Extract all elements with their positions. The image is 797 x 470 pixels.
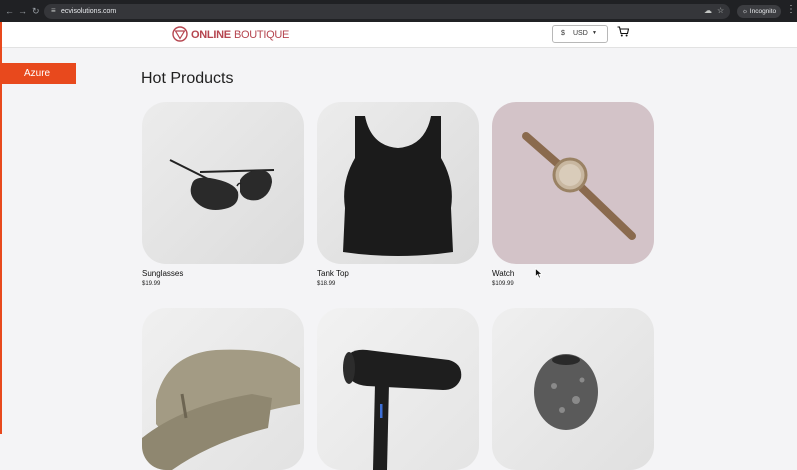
chevron-down-icon: ▼ (592, 30, 597, 36)
page: ONLINE BOUTIQUE $ USD ▼ Azure Hot Produc… (0, 22, 797, 470)
product-name[interactable]: Tank Top (317, 269, 349, 278)
sunglasses-image[interactable] (142, 102, 304, 264)
cart-icon[interactable] (617, 26, 629, 37)
browser-menu-icon[interactable]: ⋮ (786, 4, 796, 15)
incognito-indicator[interactable]: ☼ Incognito (737, 5, 782, 18)
product-name[interactable]: Watch (492, 269, 514, 278)
mouse-pointer-icon (535, 268, 543, 279)
currency-select[interactable]: $ USD ▼ (552, 25, 608, 43)
logo-text-bold: ONLINE (191, 29, 231, 41)
hairdryer-icon (343, 349, 462, 470)
product-price: $19.99 (142, 281, 161, 287)
loafers-image[interactable] (142, 308, 304, 470)
loafers-icon (142, 349, 300, 470)
logo-icon (172, 26, 188, 42)
product-name[interactable]: Sunglasses (142, 269, 183, 278)
platform-badge: Azure (0, 63, 76, 84)
download-icon[interactable]: ☁ (704, 6, 712, 15)
hairdryer-image[interactable] (317, 308, 479, 470)
site-header: ONLINE BOUTIQUE $ USD ▼ (2, 22, 797, 48)
back-icon[interactable]: ← (5, 6, 14, 16)
incognito-label: Incognito (749, 8, 777, 15)
candle-holder-image[interactable] (492, 308, 654, 470)
url-text: ecvisolutions.com (61, 8, 117, 15)
tank-top-image[interactable] (317, 102, 479, 264)
currency-symbol: $ (561, 30, 565, 37)
address-bar[interactable]: ≡ ecvisolutions.com ☁ ☆ (44, 4, 730, 19)
watch-image[interactable] (492, 102, 654, 264)
currency-code: USD (573, 30, 588, 37)
bookmark-star-icon[interactable]: ☆ (717, 6, 724, 15)
section-title: Hot Products (141, 70, 234, 87)
candle-holder-icon (534, 354, 598, 430)
tank-top-icon (343, 116, 453, 256)
product-price: $18.99 (317, 281, 336, 287)
watch-icon (522, 132, 636, 240)
forward-icon[interactable]: → (18, 6, 27, 16)
reload-icon[interactable]: ↻ (32, 6, 40, 16)
product-price: $109.99 (492, 281, 514, 287)
logo-text-light: BOUTIQUE (234, 29, 290, 41)
incognito-icon: ☼ (742, 8, 748, 15)
sunglasses-icon (169, 159, 275, 210)
browser-toolbar: ← → ↻ ≡ ecvisolutions.com ☁ ☆ ☼ Incognit… (0, 0, 797, 22)
site-info-icon[interactable]: ≡ (51, 6, 56, 15)
